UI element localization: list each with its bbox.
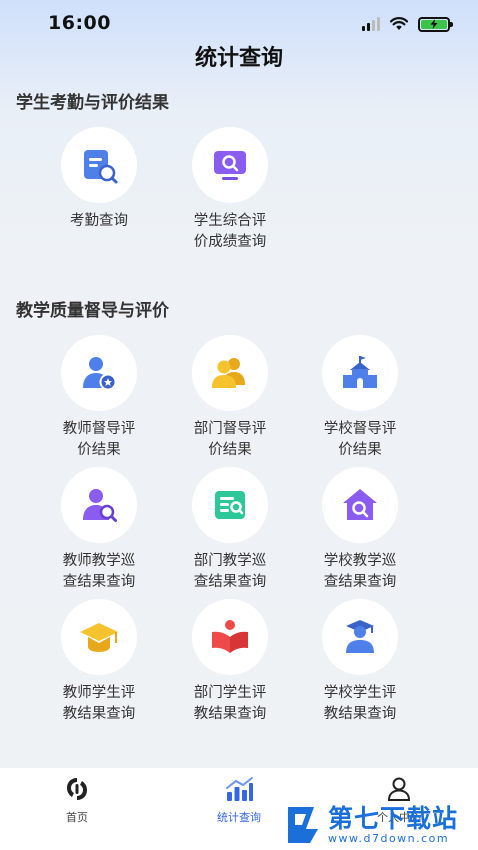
section-title-teaching-quality: 教学质量督导与评价 [16,301,169,321]
cellular-signal-icon [362,17,380,31]
tab-statistics[interactable]: 统计查询 [184,776,294,825]
school-inspection-query-tile[interactable]: 学校教学巡 查结果查询 [295,467,425,593]
school-student-evaluation-query-tile[interactable]: 学校学生评 教结果查询 [295,599,425,725]
document-search-icon [215,491,245,519]
department-student-evaluation-query-tile[interactable]: 部门学生评 教结果查询 [165,599,295,725]
tile-label: 考勤查询 [70,213,128,229]
monitor-search-icon [214,151,246,180]
tile-label: 学生综合评 价成绩查询 [193,213,267,250]
tile-label: 教师学生评 教结果查询 [62,685,136,722]
department-people-icon [212,358,245,388]
attendance-query-tile[interactable]: 考勤查询 [34,127,164,232]
student-evaluation-query-tile[interactable]: 学生综合评 价成绩查询 [165,127,295,253]
department-supervision-result-tile[interactable]: 部门督导评 价结果 [165,335,295,461]
bar-chart-icon [226,777,253,801]
tile-label: 部门督导评 价结果 [193,421,267,458]
graduation-cap-icon [80,623,118,652]
student-graduate-icon [346,620,374,653]
tile-label: 教师督导评 价结果 [62,421,136,458]
tile-label: 部门教学巡 查结果查询 [193,553,267,590]
tile-label: 学校教学巡 查结果查询 [323,553,397,590]
open-book-icon [212,620,248,653]
teacher-supervision-result-tile[interactable]: 教师督导评 价结果 [34,335,164,461]
section-title-attendance: 学生考勤与评价结果 [16,93,169,113]
teacher-student-evaluation-query-tile[interactable]: 教师学生评 教结果查询 [34,599,164,725]
tile-label: 教师教学巡 查结果查询 [62,553,136,590]
tile-label: 学校学生评 教结果查询 [323,685,397,722]
status-icons [362,15,453,33]
page-title: 统计查询 [194,46,283,71]
tile-label: 学校督导评 价结果 [323,421,397,458]
teacher-inspection-query-tile[interactable]: 教师教学巡 查结果查询 [34,467,164,593]
status-bar: 16:00 [0,0,478,44]
house-search-icon [343,489,377,520]
tab-home[interactable]: 首页 [22,776,132,825]
department-inspection-query-tile[interactable]: 部门教学巡 查结果查询 [165,467,295,593]
watermark-url: www.d7down.com [328,831,450,845]
watermark-text: 第七下载站 [328,803,459,833]
person-icon [387,777,411,801]
clipboard-search-icon [84,150,118,184]
teacher-badge-icon [83,357,117,391]
watermark: 第七下载站 www.d7down.com [284,800,474,850]
home-logo-icon [67,778,87,800]
teacher-search-icon [83,489,117,522]
school-supervision-result-tile[interactable]: 学校督导评 价结果 [295,335,425,461]
d7-logo-icon [288,807,318,843]
school-building-icon [343,356,377,388]
tile-label: 部门学生评 教结果查询 [193,685,267,722]
battery-charging-icon [418,16,453,32]
wifi-icon [390,17,408,30]
status-time: 16:00 [48,12,111,34]
